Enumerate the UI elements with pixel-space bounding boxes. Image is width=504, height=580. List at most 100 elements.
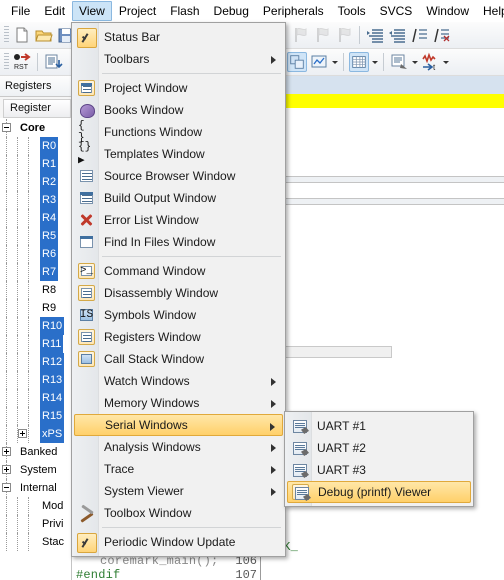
checkmark	[74, 531, 100, 553]
register-row[interactable]: R4	[0, 209, 71, 227]
indent-increase-icon[interactable]	[365, 25, 385, 45]
register-row[interactable]: Mod	[0, 497, 71, 515]
register-row[interactable]: System	[0, 461, 71, 479]
view-menu-item-command-window[interactable]: >_ Command Window	[74, 260, 283, 282]
trace-dropdown-icon[interactable]	[441, 52, 450, 72]
register-row[interactable]: R15	[0, 407, 71, 425]
menu-window[interactable]: Window	[419, 1, 476, 21]
tree-expander[interactable]	[18, 429, 27, 438]
register-row[interactable]: R8	[0, 281, 71, 299]
menu-peripherals[interactable]: Peripherals	[256, 1, 331, 21]
view-menu-item-registers-window[interactable]: Registers Window	[74, 326, 283, 348]
view-menu-item-trace[interactable]: Trace	[74, 458, 283, 480]
menu-debug[interactable]: Debug	[207, 1, 256, 21]
view-menu-item-periodic-window-update[interactable]: Periodic Window Update	[74, 531, 283, 553]
register-row[interactable]: R9	[0, 299, 71, 317]
register-row[interactable]: R3	[0, 191, 71, 209]
tree-guide	[17, 155, 18, 173]
register-row[interactable]: R14	[0, 389, 71, 407]
comment-icon[interactable]	[409, 25, 429, 45]
tree-expander[interactable]	[2, 447, 11, 456]
indent-decrease-icon[interactable]	[387, 25, 407, 45]
analysis-dropdown-icon[interactable]	[330, 52, 339, 72]
memory-dropdown-icon[interactable]	[370, 52, 379, 72]
tree-expander[interactable]	[2, 465, 11, 474]
tree-expander[interactable]	[2, 123, 11, 132]
view-menu-item-status-bar[interactable]: Status Bar	[74, 26, 283, 48]
memory-window-icon[interactable]	[349, 52, 369, 72]
serial-submenu-item-debug-printf-viewer[interactable]: Debug (printf) Viewer	[287, 481, 471, 503]
register-row[interactable]: Privi	[0, 515, 71, 533]
menu-item-label: Debug (printf) Viewer	[318, 485, 432, 499]
register-row[interactable]: R7	[0, 263, 71, 281]
menu-help[interactable]: Help	[476, 1, 504, 21]
analysis-window-icon[interactable]	[309, 52, 329, 72]
serial-window-icon[interactable]	[389, 52, 409, 72]
view-menu-item-call-stack-window[interactable]: Call Stack Window	[74, 348, 283, 370]
tree-expander[interactable]	[2, 483, 11, 492]
view-menu-item-memory-windows[interactable]: Memory Windows	[74, 392, 283, 414]
new-file-icon[interactable]	[12, 25, 32, 45]
menu-flash[interactable]: Flash	[163, 1, 206, 21]
call-stack-window-icon[interactable]	[287, 52, 307, 72]
build-output-window-icon	[74, 187, 100, 209]
registers-tab[interactable]: Registers	[0, 76, 71, 97]
view-menu-item-source-browser-window[interactable]: Source Browser Window	[74, 165, 283, 187]
menu-file[interactable]: File	[4, 1, 37, 21]
view-menu-item-serial-windows[interactable]: Serial Windows	[74, 414, 283, 436]
view-menu-item-system-viewer[interactable]: System Viewer	[74, 480, 283, 502]
register-row[interactable]: R5	[0, 227, 71, 245]
register-row[interactable]: R11	[0, 335, 71, 353]
view-menu[interactable]: Status Bar Toolbars Project Window Books Wi…	[71, 22, 286, 557]
view-menu-item-functions-window[interactable]: { } Functions Window	[74, 120, 283, 144]
register-row[interactable]: R13	[0, 371, 71, 389]
view-menu-item-analysis-windows[interactable]: Analysis Windows	[74, 436, 283, 458]
register-column-header[interactable]: Register	[3, 99, 71, 118]
register-row[interactable]: Banked	[0, 443, 71, 461]
menu-project[interactable]: Project	[112, 1, 163, 21]
menu-item-label: Books Window	[104, 103, 184, 117]
view-menu-item-project-window[interactable]: Project Window	[74, 77, 283, 99]
register-row[interactable]: R2	[0, 173, 71, 191]
register-row[interactable]: R10	[0, 317, 71, 335]
register-row[interactable]: xPS	[0, 425, 71, 443]
view-menu-item-find-in-files-window[interactable]: Find In Files Window	[74, 231, 283, 253]
view-menu-item-disassembly-window[interactable]: Disassembly Window	[74, 282, 283, 304]
reset-icon[interactable]: RST	[12, 52, 32, 72]
call-stack-window-icon	[74, 348, 100, 370]
register-row[interactable]: R0	[0, 137, 71, 155]
menu-item-label: Status Bar	[104, 30, 161, 44]
menu-icon-empty	[74, 458, 100, 480]
menu-edit[interactable]: Edit	[37, 1, 72, 21]
register-row[interactable]: R12	[0, 353, 71, 371]
view-menu-item-templates-window[interactable]: {}▶ Templates Window	[74, 141, 283, 167]
view-menu-item-symbols-window[interactable]: IS Symbols Window	[74, 304, 283, 326]
toolbar-grip[interactable]	[4, 26, 9, 44]
menu-view[interactable]: View	[72, 0, 112, 21]
registers-tree[interactable]: Core R0 R1 R2 R3 R4 R5 R6 R7 R8 R9 R10 R11 R12 R13 R14 R…	[0, 118, 71, 580]
menu-svcs[interactable]: SVCS	[373, 1, 420, 21]
menu-tools[interactable]: Tools	[331, 1, 373, 21]
register-row[interactable]: R6	[0, 245, 71, 263]
serial-submenu-item-uart-3[interactable]: UART #3	[287, 459, 471, 481]
view-menu-item-error-list-window[interactable]: Error List Window	[74, 209, 283, 231]
serial-submenu-item-uart-2[interactable]: UART #2	[287, 437, 471, 459]
serial-dropdown-icon[interactable]	[410, 52, 419, 72]
load-icon[interactable]	[43, 52, 63, 72]
register-row[interactable]: Core	[0, 119, 71, 137]
register-row[interactable]: R1	[0, 155, 71, 173]
tree-guide	[17, 299, 18, 317]
uncomment-icon[interactable]	[431, 25, 451, 45]
toolbar-grip[interactable]	[4, 53, 9, 71]
view-menu-item-build-output-window[interactable]: Build Output Window	[74, 187, 283, 209]
open-folder-icon[interactable]	[34, 25, 54, 45]
register-row[interactable]: Stac	[0, 533, 71, 551]
view-menu-item-toolbox-window[interactable]: Toolbox Window	[74, 502, 283, 524]
view-menu-item-toolbars[interactable]: Toolbars	[74, 48, 283, 70]
view-menu-item-watch-windows[interactable]: Watch Windows	[74, 370, 283, 392]
serial-windows-submenu[interactable]: UART #1 UART #2 UART #3 Debug (printf) View…	[284, 411, 474, 507]
trace-window-icon[interactable]: t	[420, 52, 440, 72]
register-row[interactable]: Internal	[0, 479, 71, 497]
serial-submenu-item-uart-1[interactable]: UART #1	[287, 415, 471, 437]
view-menu-item-books-window[interactable]: Books Window	[74, 99, 283, 121]
